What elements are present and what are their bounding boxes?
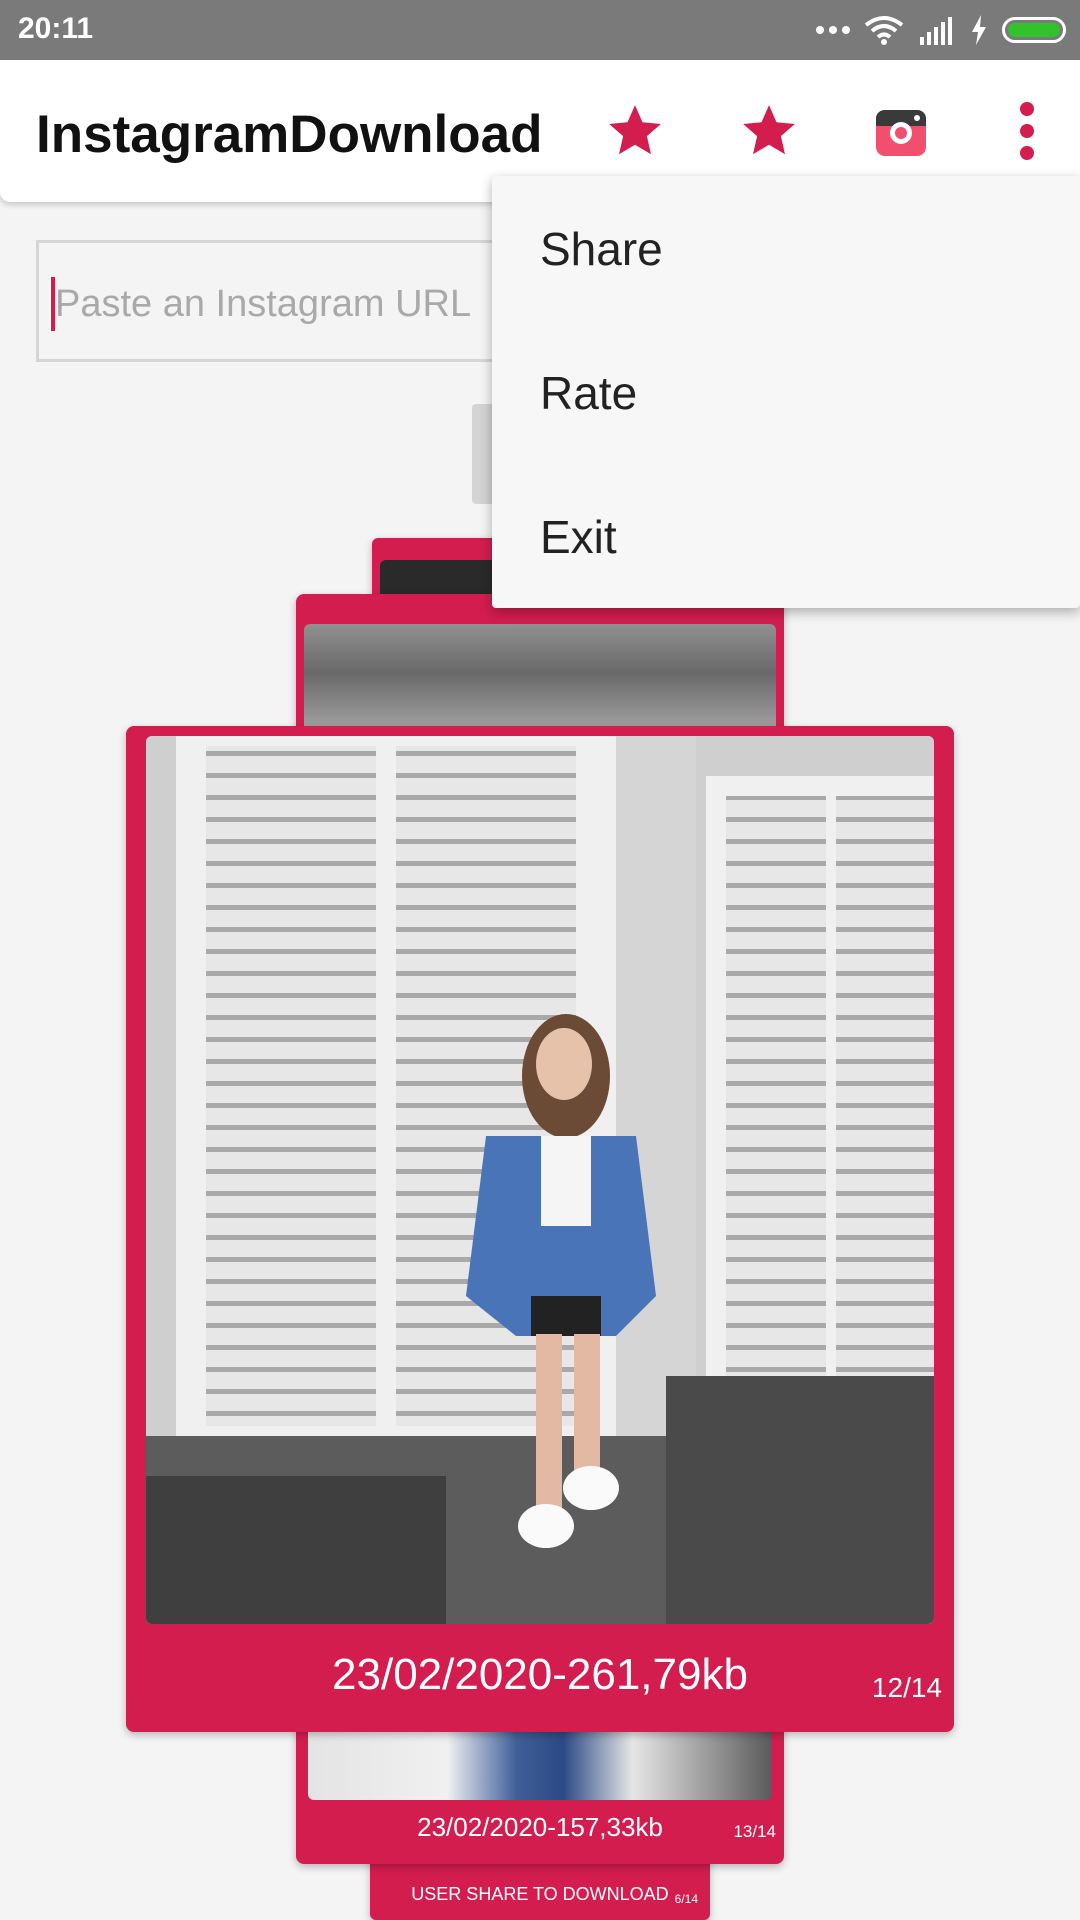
status-time: 20:11	[18, 12, 94, 45]
card-caption: 23/02/2020-157,33kb	[417, 1812, 663, 1842]
status-bar: 20:11	[0, 0, 1080, 60]
url-input-placeholder: Paste an Instagram URL	[55, 283, 472, 325]
card-counter: 6/14	[674, 1892, 698, 1906]
battery-icon	[1002, 17, 1066, 43]
menu-item-share[interactable]: Share	[540, 222, 663, 276]
signal-icon	[920, 17, 952, 45]
camera-app-icon[interactable]	[874, 108, 928, 158]
star-icon[interactable]	[604, 100, 666, 162]
status-icons	[816, 14, 1066, 46]
charging-icon	[972, 15, 986, 45]
more-vert-icon[interactable]	[1014, 100, 1040, 162]
wifi-icon	[864, 16, 904, 45]
star-icon[interactable]	[738, 100, 800, 162]
menu-item-rate[interactable]: Rate	[540, 366, 637, 420]
overflow-menu: Share Rate Exit	[492, 176, 1080, 608]
card-caption: USER SHARE TO DOWNLOAD	[411, 1884, 669, 1904]
stack-card-second[interactable]	[296, 594, 784, 734]
app-title: InstagramDownload	[36, 105, 543, 164]
photo-image	[146, 736, 934, 1624]
card-photo[interactable]	[146, 736, 934, 1624]
card-counter: 13/14	[733, 1822, 776, 1841]
media-card-main[interactable]: 23/02/2020-261,79kb 12/14	[126, 726, 954, 1732]
card-photo	[304, 624, 776, 734]
card-counter: 12/14	[871, 1672, 942, 1703]
menu-item-exit[interactable]: Exit	[540, 510, 617, 564]
stack-card-below[interactable]: 23/02/2020-157,33kb 13/14	[296, 1716, 784, 1864]
more-notifications-icon	[816, 26, 850, 34]
card-caption: 23/02/2020-261,79kb	[332, 1650, 748, 1699]
